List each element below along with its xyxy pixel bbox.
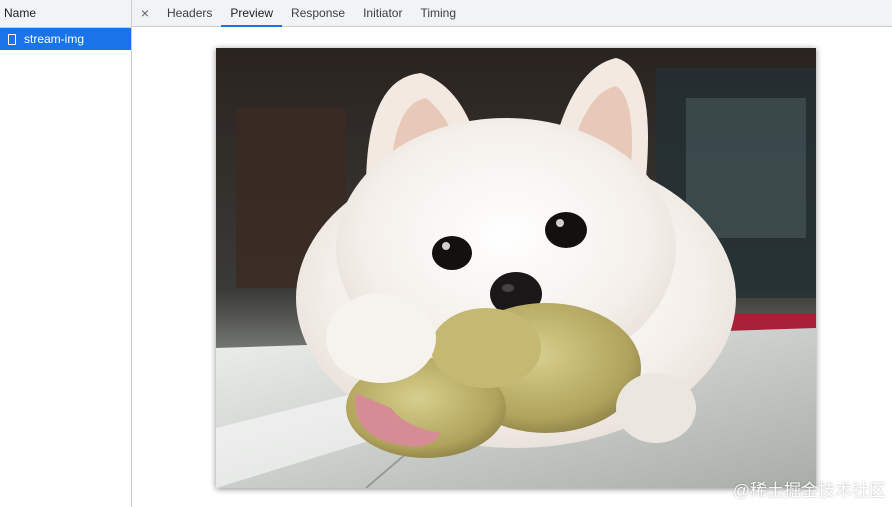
- tab-timing[interactable]: Timing: [411, 0, 465, 26]
- request-name: stream-img: [24, 32, 85, 46]
- request-detail-panel: × Headers Preview Response Initiator Tim…: [132, 0, 892, 507]
- tab-response[interactable]: Response: [282, 0, 354, 26]
- request-list-panel: Name stream-img: [0, 0, 132, 507]
- watermark-text: @稀土掘金技术社区: [732, 481, 886, 500]
- file-icon: [8, 33, 16, 45]
- close-icon[interactable]: ×: [132, 0, 158, 26]
- preview-image-puppy: [216, 48, 816, 488]
- detail-tab-bar: × Headers Preview Response Initiator Tim…: [132, 0, 892, 27]
- preview-pane: [132, 28, 892, 507]
- request-row-stream-img[interactable]: stream-img: [0, 28, 131, 50]
- tab-initiator[interactable]: Initiator: [354, 0, 411, 26]
- tab-headers[interactable]: Headers: [158, 0, 221, 26]
- devtools-network-panel: Name stream-img × Headers Preview Respon…: [0, 0, 892, 507]
- tab-preview[interactable]: Preview: [221, 0, 282, 27]
- name-column-header[interactable]: Name: [0, 0, 131, 28]
